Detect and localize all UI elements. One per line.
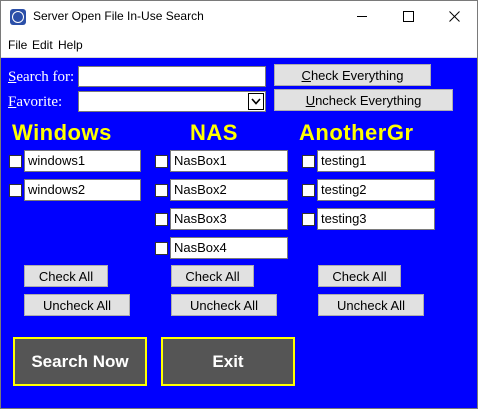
close-button[interactable]	[431, 1, 477, 32]
host-checkbox-nasbox1[interactable]	[155, 155, 168, 168]
dropdown-button[interactable]	[248, 93, 264, 110]
anothergr-check-all-button[interactable]: Check All	[318, 265, 401, 287]
host-field-windows2[interactable]: windows2	[24, 179, 141, 201]
anothergr-uncheck-all-button[interactable]: Uncheck All	[318, 294, 424, 316]
host-checkbox-testing2[interactable]	[302, 184, 315, 197]
minimize-icon	[357, 16, 367, 17]
app-icon	[10, 9, 26, 25]
main-panel: Search for: Favorite: Check Everything U…	[1, 58, 477, 408]
search-input[interactable]	[78, 66, 266, 87]
host-checkbox-nasbox2[interactable]	[155, 184, 168, 197]
search-now-button[interactable]: Search Now	[13, 337, 147, 386]
menu-bar: File Edit Help	[1, 32, 477, 58]
host-checkbox-nasbox4[interactable]	[155, 242, 168, 255]
close-icon	[448, 11, 460, 22]
exit-button[interactable]: Exit	[161, 337, 295, 386]
title-bar[interactable]: Server Open File In-Use Search	[1, 1, 477, 32]
nas-uncheck-all-button[interactable]: Uncheck All	[171, 294, 277, 316]
host-field-nasbox4[interactable]: NasBox4	[170, 237, 288, 259]
group-title-windows: Windows	[12, 120, 112, 145]
host-field-nasbox2[interactable]: NasBox2	[170, 179, 288, 201]
windows-uncheck-all-button[interactable]: Uncheck All	[24, 294, 130, 316]
window-title: Server Open File In-Use Search	[33, 9, 204, 23]
check-everything-button[interactable]: Check Everything	[274, 64, 431, 86]
favorite-select[interactable]	[78, 91, 266, 112]
host-field-testing3[interactable]: testing3	[317, 208, 435, 230]
host-checkbox-testing1[interactable]	[302, 155, 315, 168]
host-field-nasbox1[interactable]: NasBox1	[170, 150, 288, 172]
host-field-testing1[interactable]: testing1	[317, 150, 435, 172]
maximize-icon	[402, 11, 414, 22]
host-field-windows1[interactable]: windows1	[24, 150, 141, 172]
favorite-label: Favorite:	[8, 94, 63, 110]
windows-check-all-button[interactable]: Check All	[24, 265, 108, 287]
search-label: Search for:	[8, 69, 75, 85]
menu-help[interactable]: Help	[58, 38, 83, 52]
group-title-nas: NAS	[190, 120, 238, 145]
host-field-testing2[interactable]: testing2	[317, 179, 435, 201]
menu-edit[interactable]: Edit	[32, 38, 53, 52]
host-field-nasbox3[interactable]: NasBox3	[170, 208, 288, 230]
group-title-anothergr: AnotherGr	[299, 120, 414, 145]
menu-file[interactable]: File	[8, 38, 27, 52]
host-checkbox-windows1[interactable]	[9, 155, 22, 168]
host-checkbox-nasbox3[interactable]	[155, 213, 168, 226]
nas-check-all-button[interactable]: Check All	[171, 265, 254, 287]
app-window: Server Open File In-Use Search File Edit…	[0, 0, 478, 409]
minimize-button[interactable]	[339, 1, 385, 32]
chevron-down-icon	[251, 98, 261, 105]
host-checkbox-testing3[interactable]	[302, 213, 315, 226]
uncheck-everything-button[interactable]: Uncheck Everything	[274, 89, 453, 111]
host-checkbox-windows2[interactable]	[9, 184, 22, 197]
maximize-button[interactable]	[385, 1, 431, 32]
